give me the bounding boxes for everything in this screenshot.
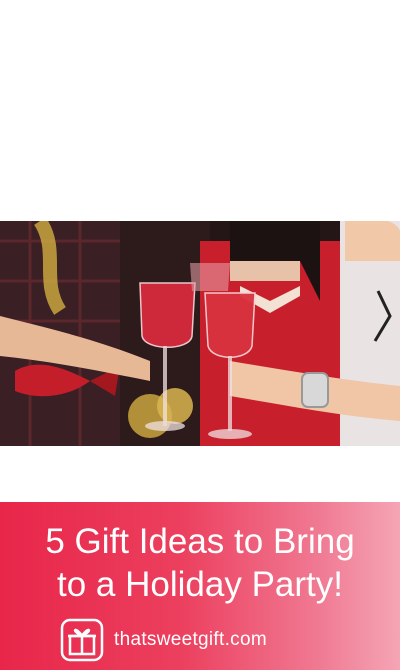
hero-photo — [0, 221, 400, 446]
title-line-2: to a Holiday Party! — [57, 565, 343, 604]
article-banner: 5 Gift Ideas to Bring to a Holiday Party… — [0, 502, 400, 670]
title-line-1: 5 Gift Ideas to Bring — [45, 522, 355, 561]
article-title: 5 Gift Ideas to Bring to a Holiday Party… — [0, 520, 400, 606]
brand[interactable]: thatsweetgift.com — [60, 618, 267, 662]
gift-logo-icon — [60, 618, 104, 662]
holiday-toast-illustration — [0, 221, 400, 446]
site-url[interactable]: thatsweetgift.com — [114, 629, 267, 651]
